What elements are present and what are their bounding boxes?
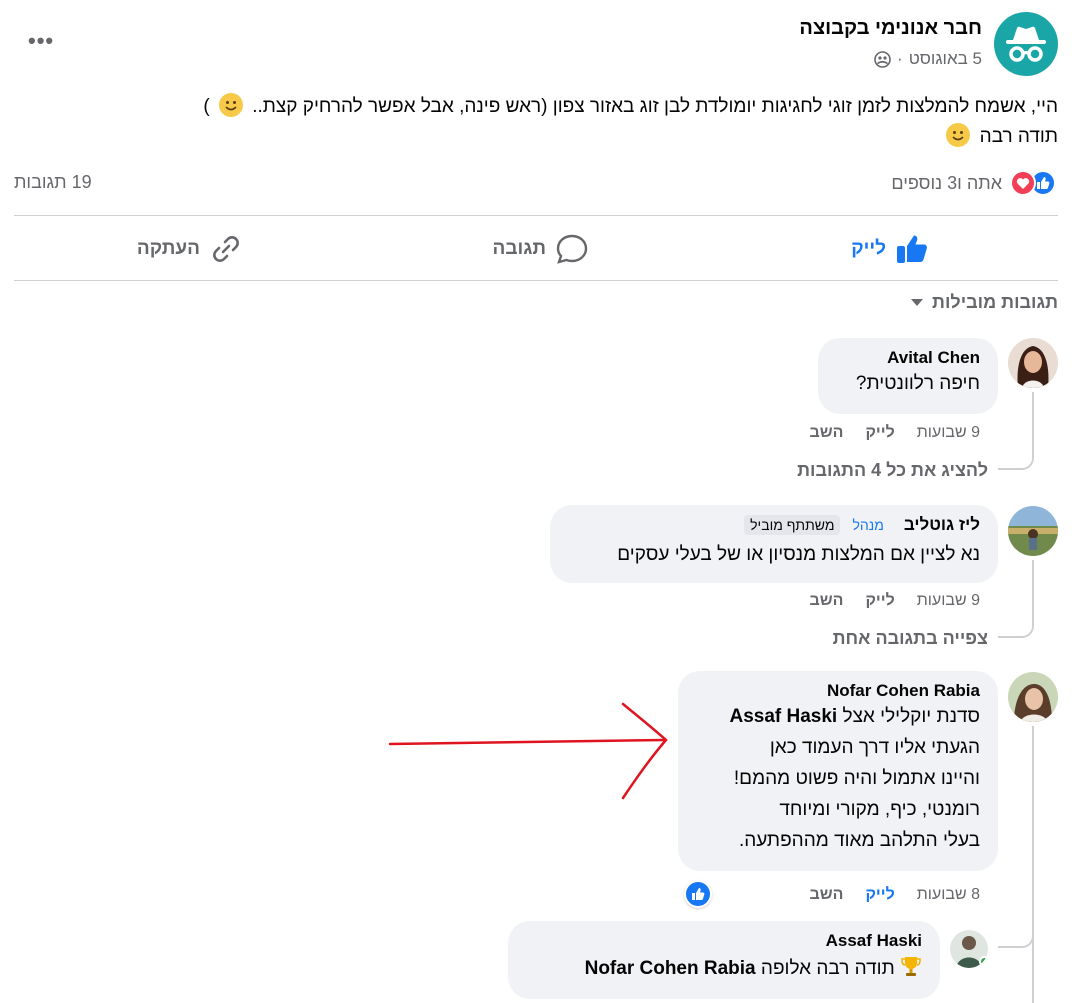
thread-connector [998,560,1034,638]
divider [14,215,1058,216]
caret-down-icon [911,299,924,306]
avatar[interactable] [1008,338,1058,388]
post-meta: 5 באוגוסט · [874,49,982,69]
thread-connector [1032,726,1034,1003]
link-icon [213,236,239,262]
thread-connector [998,392,1034,470]
avatar[interactable] [950,930,988,968]
comment-author[interactable]: Nofar Cohen Rabia [696,681,980,701]
comment-bubble: Nofar Cohen Rabia סדנת יוקלילי אצל Assaf… [678,671,998,871]
smile-emoji-icon [946,123,971,147]
comment-like-reaction[interactable] [684,880,712,908]
avatar-photo-icon [1008,506,1058,556]
comment-line: רומנטי, כיף, מקורי ומיוחד [779,799,980,820]
view-replies-link[interactable]: צפייה בתגובה אחת [833,628,988,649]
avatar-photo-icon [1008,672,1058,722]
comment-time[interactable]: 9 שבועות [917,592,980,610]
copy-link-button[interactable]: העתקה [137,228,242,270]
comment-text: נא לציין אם המלצות מנסיון או של בעלי עסק… [617,544,980,565]
comment-reply-link[interactable]: השב [810,592,844,610]
like-button-label: לייק [851,238,886,259]
admin-badge[interactable]: מנהל [846,515,889,535]
mention-link[interactable]: Assaf Haski [729,706,837,727]
sort-label: תגובות מובילות [932,292,1058,312]
comment-button-label: תגובה [492,238,546,259]
comment-author[interactable]: Avital Chen [836,348,980,368]
avatar-photo-icon [1008,338,1058,388]
incognito-icon [1006,26,1046,62]
comment-line: והיינו אתמול והיה פשוט מהמם! [733,768,980,789]
comment-line: בעלי התלהב מאוד מההפתעה. [738,830,980,851]
comment-like-link[interactable]: לייק [865,886,894,904]
comment-reply-link[interactable]: השב [810,424,844,442]
view-replies-link[interactable]: להציג את כל 4 התגובות [797,460,988,481]
comment-time[interactable]: 9 שבועות [917,424,980,442]
comment-text: סדנת יוקלילי אצל Assaf Haski הגעתי אליו … [696,701,980,856]
anonymous-member-avatar[interactable] [994,12,1058,76]
comment-bubble: ליז גוטליב מנהל משתתף מוביל נא לציין אם … [550,505,998,583]
comment-header: ליז גוטליב מנהל משתתף מוביל [568,515,980,535]
mention-link[interactable]: Nofar Cohen Rabia [585,958,756,979]
post-text-line-2: תודה רבה [18,122,1058,152]
comment-line: הגעתי אליו דרך העמוד כאן [769,737,980,758]
comment-text: חיפה רלוונטית? [855,373,980,394]
top-contributor-badge[interactable]: משתתף מוביל [744,515,841,535]
meta-separator: · [897,49,903,68]
reply-bubble: Assaf Haski תודה רבה אלופה Nofar Cohen R… [508,921,940,999]
trophy-emoji-icon [900,955,922,987]
comment-like-link[interactable]: לייק [865,424,894,442]
post-body: היי, אשמח להמלצות לזמן זוגי לחגיגות יומו… [18,92,1058,152]
red-arrow-annotation [388,702,668,800]
comment-author[interactable]: ליז גוטליב [904,515,980,535]
like-icon [692,888,705,900]
avatar[interactable] [1008,672,1058,722]
thread-connector [998,900,1034,948]
comment-bubble-icon [556,234,588,264]
comment-meta: 8 שבועות לייק השב [810,886,980,904]
comment-like-link[interactable]: לייק [865,592,894,610]
comment-meta: 9 שבועות לייק השב [810,424,980,442]
group-privacy-icon[interactable] [874,50,891,68]
comment-meta: 9 שבועות לייק השב [810,592,980,610]
reply-text: תודה רבה אלופה Nofar Cohen Rabia [526,953,922,987]
comment-button[interactable]: תגובה [493,228,588,270]
divider [14,280,1058,281]
reaction-icons [1010,170,1056,196]
smile-emoji-icon [218,93,243,117]
copy-link-label: העתקה [136,238,200,259]
post-text-line-1: היי, אשמח להמלצות לזמן זוגי לחגיגות יומו… [18,92,1058,122]
post-author-name[interactable]: חבר אנונימי בקבוצה [799,17,982,40]
online-status-icon [979,956,988,967]
comment-sort-dropdown[interactable]: תגובות מובילות [910,292,1058,313]
comment-time[interactable]: 8 שבועות [917,886,980,904]
comment-bubble: Avital Chen חיפה רלוונטית? [818,338,998,414]
avatar[interactable] [1008,506,1058,556]
comment-reply-link[interactable]: השב [810,886,844,904]
reactions-summary[interactable]: אתה ו3 נוספים [891,170,1056,196]
comments-count[interactable]: 19 תגובות [14,172,92,193]
like-button[interactable]: לייק [851,228,928,270]
comment-line: סדנת יוקלילי אצל Assaf Haski [729,706,980,727]
thumbs-up-icon [897,235,927,263]
post-date[interactable]: 5 באוגוסט [909,49,982,69]
reply-author[interactable]: Assaf Haski [526,931,922,951]
love-icon [1010,170,1036,196]
reactions-text[interactable]: אתה ו3 נוספים [891,173,1002,194]
more-options-button[interactable]: ••• [28,28,54,54]
